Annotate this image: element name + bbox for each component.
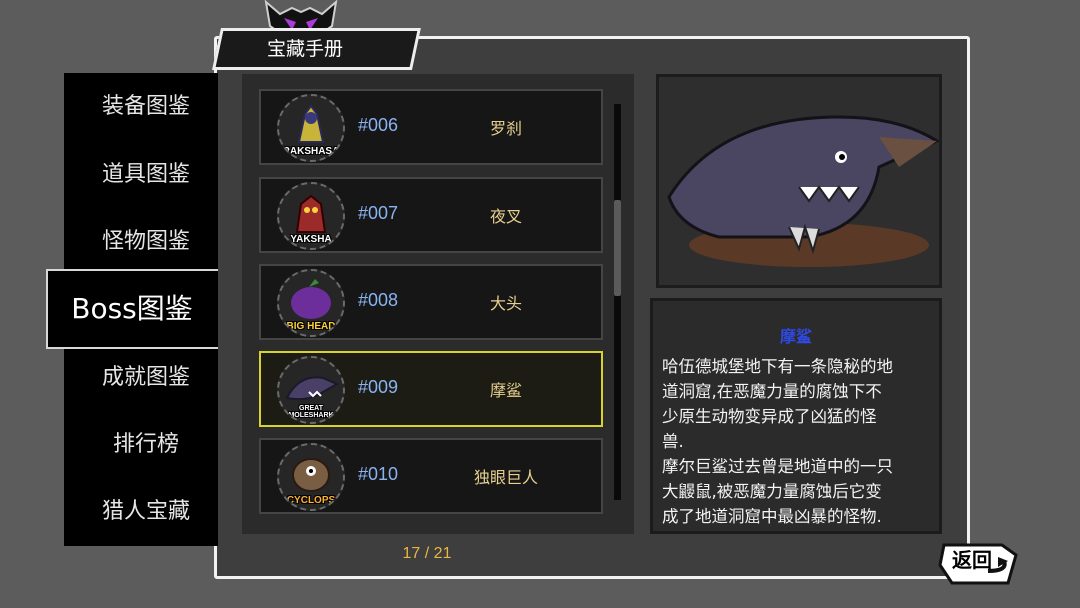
boss-card-006[interactable]: RAKSHASA #006 罗刹 xyxy=(259,89,603,165)
boss-name: 夜叉 xyxy=(489,207,522,226)
boss-name: 摩鲨 xyxy=(489,381,522,400)
nav-item-hunter-treasure[interactable]: 猎人宝藏 xyxy=(64,486,228,538)
boss-name: 罗刹 xyxy=(489,119,522,138)
boss-number: #006 xyxy=(358,115,399,135)
boss-description: 哈伍德城堡地下有一条隐秘的地 道洞窟,在恶魔力量的腐蚀下不 少原生动物变异成了凶… xyxy=(662,357,893,526)
nav-item-boss[interactable]: Boss图鉴 xyxy=(46,269,218,349)
nav-item-monsters[interactable]: 怪物图鉴 xyxy=(64,216,228,268)
boss-name: 大头 xyxy=(489,294,522,313)
nav-item-equipment[interactable]: 装备图鉴 xyxy=(64,81,228,133)
boss-number: #007 xyxy=(358,203,399,223)
nav-item-leaderboard[interactable]: 排行榜 xyxy=(64,419,228,471)
boss-name: 独眼巨人 xyxy=(473,468,538,487)
nav-item-items[interactable]: 道具图鉴 xyxy=(64,149,228,201)
page-title: 宝藏手册 xyxy=(266,38,343,60)
boss-card-010[interactable]: CYCLOPS #010 独眼巨人 xyxy=(259,438,603,514)
moleshark-portrait-icon xyxy=(667,115,941,267)
list-scrollbar[interactable] xyxy=(614,104,621,500)
boss-portrait-icon: BIG HEAD xyxy=(277,269,345,337)
boss-number: #009 xyxy=(358,377,399,397)
scrollbar-thumb[interactable] xyxy=(614,200,621,296)
nav-item-achievements[interactable]: 成就图鉴 xyxy=(64,352,228,404)
boss-portrait-icon: RAKSHASA xyxy=(277,94,345,162)
boss-card-007[interactable]: YAKSHA #007 夜叉 xyxy=(259,177,603,253)
boss-portrait-icon: YAKSHA xyxy=(277,182,345,250)
boss-card-008[interactable]: BIG HEAD #008 大头 xyxy=(259,264,603,340)
boss-number: #010 xyxy=(358,464,399,484)
boss-portrait-icon: GREAT MOLESHARK xyxy=(277,356,345,424)
boss-portrait-panel xyxy=(656,74,942,288)
back-button-label[interactable]: 返回 xyxy=(944,547,1000,573)
boss-number: #008 xyxy=(358,290,399,310)
boss-portrait-icon: CYCLOPS xyxy=(277,443,345,511)
boss-detail-name: 摩鲨 xyxy=(779,327,812,346)
page-indicator: 17 / 21 xyxy=(402,545,452,562)
boss-card-009-selected[interactable]: GREAT MOLESHARK #009 摩鲨 xyxy=(259,351,603,427)
